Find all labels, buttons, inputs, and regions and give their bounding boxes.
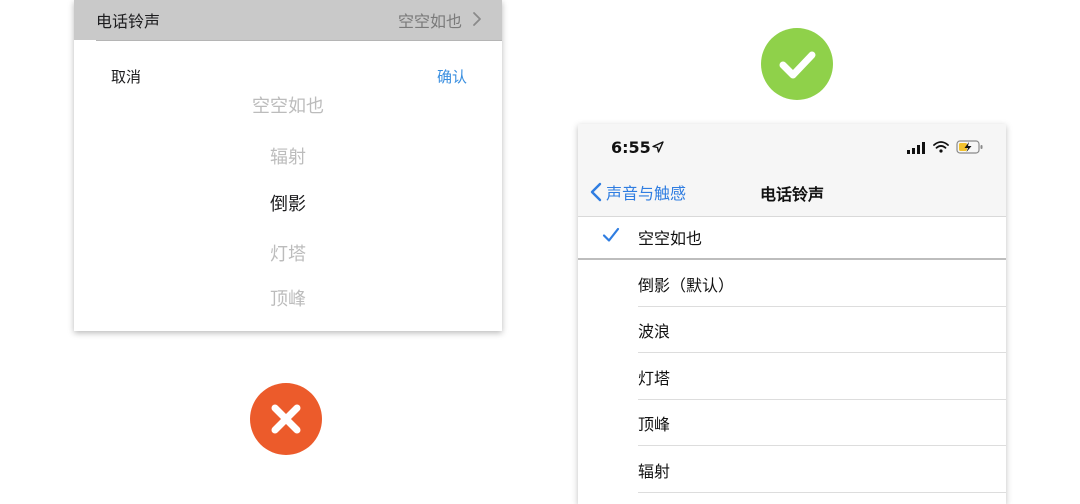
picker-item[interactable]: 灯塔 [74, 240, 502, 266]
list-item-selected[interactable]: 空空如也 [578, 214, 1006, 260]
list-item[interactable]: 辐射 [578, 447, 1006, 493]
correct-badge [761, 28, 833, 100]
divider [96, 40, 502, 41]
list-item-label: 灯塔 [638, 369, 671, 388]
ringtone-row-value: 空空如也 [397, 12, 462, 31]
divider [638, 445, 1006, 446]
picker-item[interactable]: 空空如也 [74, 92, 502, 118]
chevron-right-icon [473, 12, 481, 26]
close-icon [271, 404, 301, 434]
list-item[interactable]: 灯塔 [578, 354, 1006, 400]
wrong-badge [250, 383, 322, 455]
divider [578, 258, 1006, 260]
navigation-header: 6:55 声音与触感 电话铃声 [578, 124, 1006, 217]
list-item-label: 辐射 [638, 462, 671, 481]
signal-icon [907, 142, 925, 154]
divider [638, 492, 1006, 493]
picker-item-selected[interactable]: 倒影 [74, 190, 502, 216]
battery-charging-icon [956, 140, 983, 154]
checkmark-icon [602, 227, 620, 242]
cancel-button[interactable]: 取消 [111, 66, 141, 87]
picker-mockup: 电话铃声 空空如也 取消 确认 空空如也 辐射 倒影 灯塔 顶峰 [74, 0, 502, 331]
ios-list-mockup: 6:55 声音与触感 电话铃声 空空如也 倒影（默认） 波浪 灯塔 顶峰 辐射 [578, 124, 1006, 504]
wifi-icon [933, 141, 949, 153]
list-item-label: 空空如也 [638, 229, 703, 248]
picker-item[interactable]: 辐射 [74, 143, 502, 169]
divider [638, 352, 1006, 353]
list-item[interactable]: 倒影（默认） [578, 261, 1006, 307]
checkmark-icon [779, 51, 816, 79]
list-item-label: 波浪 [638, 322, 671, 341]
location-arrow-icon [652, 141, 664, 153]
confirm-button[interactable]: 确认 [437, 66, 467, 87]
ringtone-row[interactable]: 电话铃声 空空如也 [74, 0, 502, 40]
ringtone-row-label: 电话铃声 [96, 12, 161, 31]
page-title: 电话铃声 [759, 185, 824, 204]
list-item-label: 顶峰 [638, 415, 671, 434]
status-time: 6:55 [611, 138, 651, 157]
list-item[interactable]: 顶峰 [578, 400, 1006, 446]
list-item[interactable]: 波浪 [578, 307, 1006, 353]
picker-item[interactable]: 顶峰 [74, 285, 502, 311]
list-item-label: 倒影（默认） [638, 276, 735, 295]
